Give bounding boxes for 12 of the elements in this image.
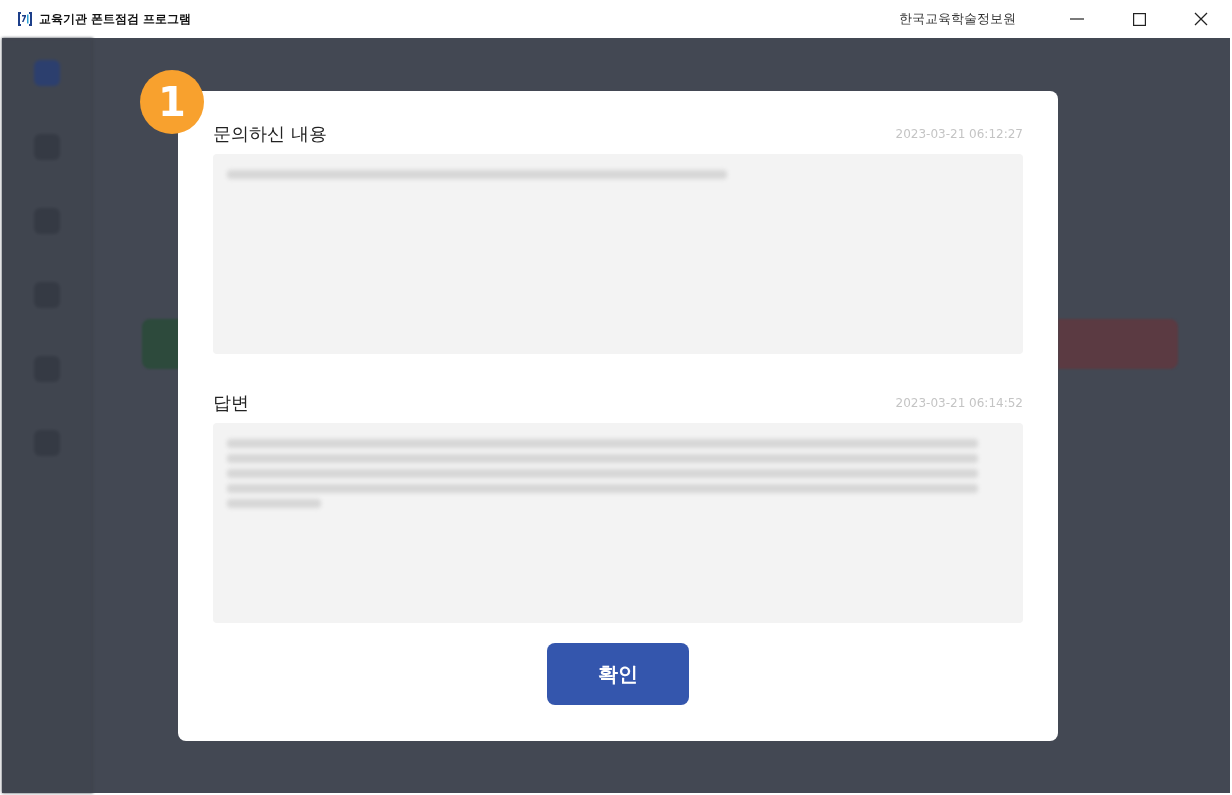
section-title: 답변 xyxy=(213,391,249,415)
close-icon xyxy=(1194,12,1208,26)
organization-name: 한국교육학술정보원 xyxy=(899,10,1016,28)
timestamp: 2023-03-21 06:12:27 xyxy=(895,127,1023,141)
confirm-button[interactable]: 확인 xyxy=(547,643,689,705)
minimize-icon xyxy=(1070,18,1084,20)
section-title: 문의하신 내용 xyxy=(213,122,327,146)
app-logo-icon xyxy=(16,10,34,28)
maximize-icon xyxy=(1132,12,1146,26)
window-title: 교육기관 폰트점검 프로그램 xyxy=(39,11,191,27)
timestamp: 2023-03-21 06:14:52 xyxy=(895,396,1023,410)
step-badge: 1 xyxy=(140,70,204,134)
